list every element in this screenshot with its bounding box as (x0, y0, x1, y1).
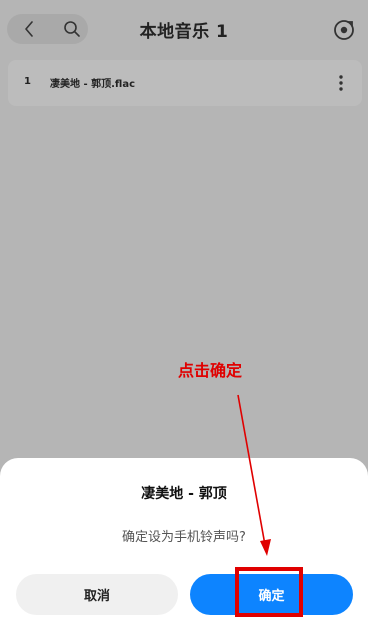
more-button[interactable] (332, 71, 350, 95)
cancel-button[interactable]: 取消 (16, 574, 178, 615)
more-vertical-icon (339, 75, 343, 91)
track-name: 凄美地 - 郭顶.flac (50, 79, 135, 90)
annotation-highlight-box (235, 567, 303, 617)
app-header: 本地音乐 1 (0, 0, 368, 58)
page-title: 本地音乐 1 (139, 22, 229, 42)
ringtone-dialog: 凄美地 - 郭顶 确定设为手机铃声吗? 取消 确定 (0, 458, 368, 618)
annotation-label: 点击确定 (178, 361, 243, 380)
locate-icon (334, 20, 354, 40)
locate-button[interactable] (330, 16, 358, 44)
dialog-message: 确定设为手机铃声吗? (122, 530, 246, 545)
track-index: 1 (24, 76, 31, 87)
dialog-title: 凄美地 - 郭顶 (141, 486, 227, 502)
track-row[interactable]: 1 凄美地 - 郭顶.flac (8, 60, 362, 106)
